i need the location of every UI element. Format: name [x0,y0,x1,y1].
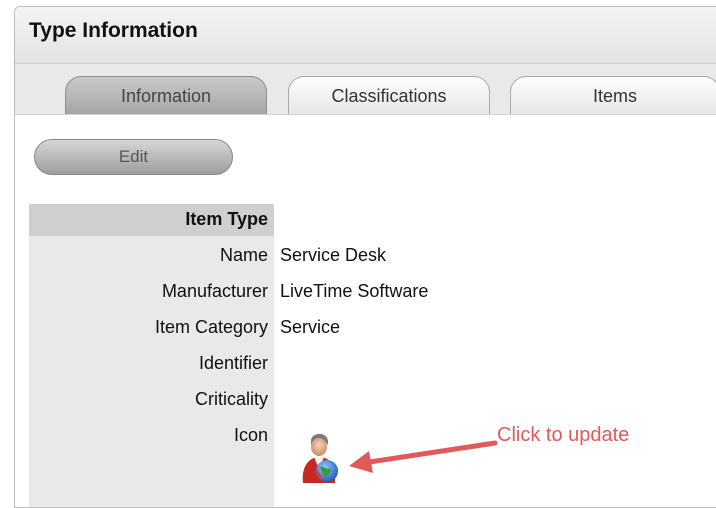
tab-items[interactable]: Items [510,76,716,114]
panel-title: Type Information [29,19,198,42]
person-with-globe-icon[interactable] [297,427,343,485]
panel-title-bar: Type Information [15,7,716,64]
field-label-item-category: Item Category [154,317,268,337]
field-value-manufacturer: LiveTime Software [280,281,429,301]
information-content: Edit Item Type Name Service Desk Manufac… [15,115,716,507]
field-row-name: Name Service Desk [29,239,716,275]
section-header: Item Type [29,204,274,236]
type-information-panel: Type Information Information Classificat… [14,6,716,508]
field-value-item-category: Service [280,317,341,337]
field-label-identifier: Identifier [198,353,268,373]
field-row-criticality: Criticality [29,383,716,419]
field-label-criticality: Criticality [194,389,268,409]
field-row-identifier: Identifier [29,347,716,383]
tab-strip: Information Classifications Items [15,64,716,115]
tab-information[interactable]: Information [65,76,267,114]
field-label-name: Name [219,245,268,265]
section-title: Item Type [185,209,268,229]
annotation-text: Click to update [497,424,630,446]
field-label-icon: Icon [233,425,268,445]
field-value-name: Service Desk [280,245,387,265]
field-label-manufacturer: Manufacturer [161,281,268,301]
edit-button[interactable]: Edit [34,139,233,175]
arrow-icon [349,440,498,473]
field-row-manufacturer: Manufacturer LiveTime Software [29,275,716,311]
field-row-item-category: Item Category Service [29,311,716,347]
tab-classifications[interactable]: Classifications [288,76,490,114]
